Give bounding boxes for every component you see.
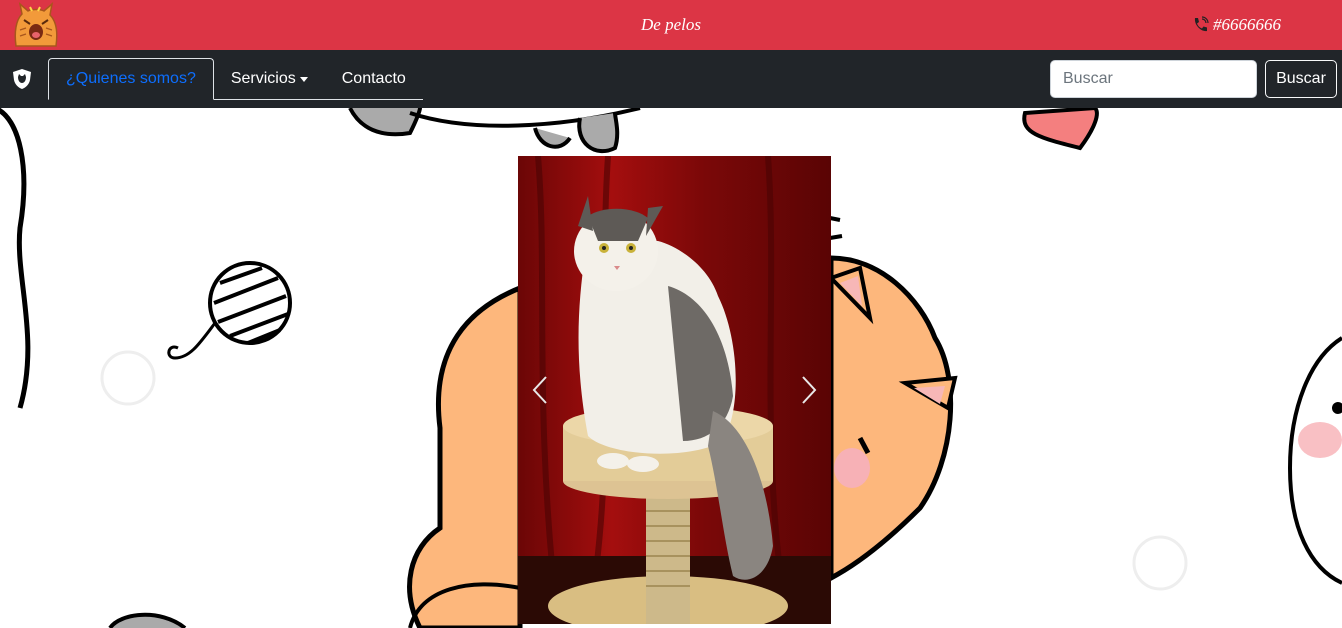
carousel-next-button[interactable] [789,368,829,412]
shield-cat-icon[interactable] [11,68,33,90]
yarn-ball-icon [167,261,292,360]
chevron-left-icon [532,376,547,404]
phone-number: #6666666 [1213,15,1281,34]
tab-label: Servicios [230,70,296,87]
brand-title: De pelos [641,15,701,34]
tab-label: Contacto [341,70,406,87]
tab-quienes-somos[interactable]: ¿Quienes somos? [48,58,214,100]
caret-down-icon [299,76,308,82]
white-cat-illustration [1287,336,1342,585]
image-carousel [518,156,831,624]
cat-on-scratching-post-photo [518,156,831,624]
tab-label: ¿Quienes somos? [66,70,196,87]
nav-tabs: ¿Quienes somos? Servicios Contacto [48,58,423,100]
top-header-bar: De pelos #6666666 [0,0,1342,50]
search-input[interactable] [1050,60,1257,98]
chevron-right-icon [802,376,817,404]
tab-contacto[interactable]: Contacto [325,58,423,100]
phone-contact[interactable]: #6666666 [1191,15,1281,35]
phone-icon [1194,16,1209,32]
main-navbar: ¿Quienes somos? Servicios Contacto Busca… [0,50,1342,108]
search-button[interactable]: Buscar [1265,60,1337,98]
carousel-prev-button[interactable] [520,368,560,412]
tab-servicios[interactable]: Servicios [214,58,325,100]
